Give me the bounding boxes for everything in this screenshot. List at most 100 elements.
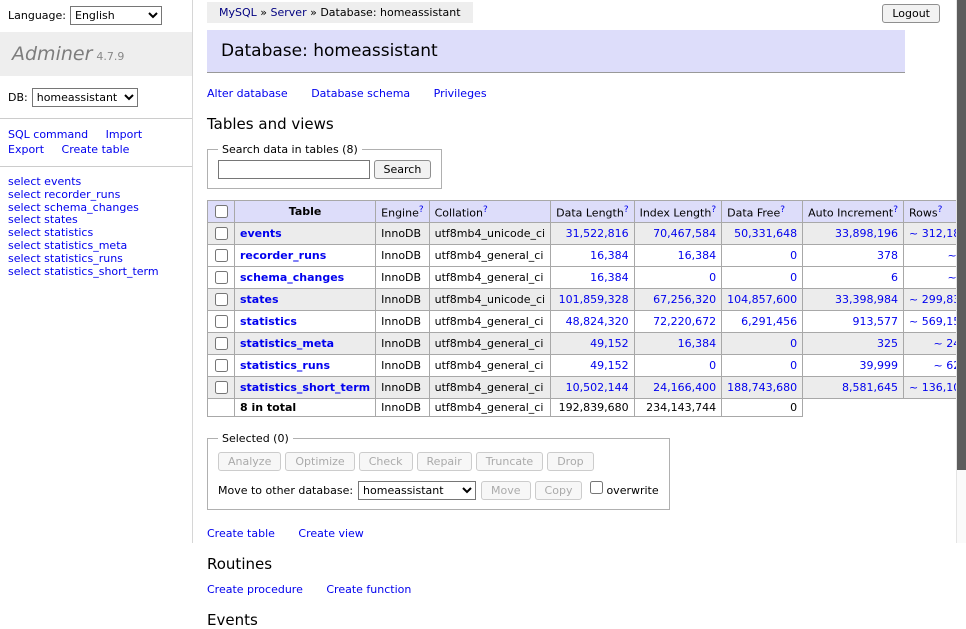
breadcrumb-server-link[interactable]: Server <box>271 6 307 19</box>
create-table-link[interactable]: Create table <box>207 527 275 540</box>
data-free-link[interactable]: 188,743,680 <box>727 381 797 394</box>
index-length-link[interactable]: 72,220,672 <box>653 315 716 328</box>
check-button[interactable]: Check <box>359 452 413 471</box>
data-length-link[interactable]: 10,502,144 <box>566 381 629 394</box>
row-checkbox[interactable] <box>215 227 228 240</box>
search-button[interactable]: Search <box>374 160 432 179</box>
row-checkbox[interactable] <box>215 337 228 350</box>
sidebar-action-links: SQL command Import Export Create table <box>0 119 180 166</box>
data-length-link[interactable]: 49,152 <box>590 359 629 372</box>
db-select[interactable]: homeassistant <box>32 88 138 107</box>
database-schema-link[interactable]: Database schema <box>311 87 410 100</box>
data-length-link[interactable]: 31,522,816 <box>566 227 629 240</box>
drop-button[interactable]: Drop <box>547 452 593 471</box>
sidebar-select-table-link[interactable]: select statistics_short_term <box>8 266 184 279</box>
table-structure-link[interactable]: schema_changes <box>240 271 344 284</box>
vertical-scrollbar[interactable] <box>956 0 966 543</box>
sidebar-link-sql-command[interactable]: SQL command <box>8 128 88 141</box>
index-length-link[interactable]: 16,384 <box>678 337 717 350</box>
sidebar-link-import[interactable]: Import <box>106 128 143 141</box>
auto-increment-link[interactable]: 33,398,984 <box>835 293 898 306</box>
table-structure-link[interactable]: events <box>240 227 282 240</box>
row-checkbox[interactable] <box>215 293 228 306</box>
help-icon[interactable]: ? <box>938 205 943 215</box>
sidebar-link-export[interactable]: Export <box>8 143 44 156</box>
auto-increment-link[interactable]: 6 <box>891 271 898 284</box>
help-icon[interactable]: ? <box>419 205 424 215</box>
language-select[interactable]: English <box>70 6 162 25</box>
sidebar-select-table-link[interactable]: select events <box>8 176 184 189</box>
index-length-link[interactable]: 0 <box>709 271 716 284</box>
data-length-cell: 16,384 <box>551 267 634 289</box>
index-length-link[interactable]: 0 <box>709 359 716 372</box>
data-free-link[interactable]: 0 <box>790 271 797 284</box>
row-checkbox[interactable] <box>215 381 228 394</box>
scrollbar-thumb[interactable] <box>957 0 966 470</box>
sidebar-select-table-link[interactable]: select statistics_runs <box>8 253 184 266</box>
data-free-link[interactable]: 0 <box>790 359 797 372</box>
table-structure-link[interactable]: statistics_short_term <box>240 381 370 394</box>
help-icon[interactable]: ? <box>624 205 629 215</box>
table-structure-link[interactable]: statistics_runs <box>240 359 330 372</box>
create-view-link[interactable]: Create view <box>298 527 363 540</box>
data-length-link[interactable]: 16,384 <box>590 249 629 262</box>
help-icon[interactable]: ? <box>780 205 785 215</box>
data-length-link[interactable]: 49,152 <box>590 337 629 350</box>
table-name-cell: recorder_runs <box>235 245 376 267</box>
engine-cell: InnoDB <box>376 355 429 377</box>
table-structure-link[interactable]: statistics <box>240 315 297 328</box>
logout-button[interactable]: Logout <box>882 4 940 23</box>
privileges-link[interactable]: Privileges <box>434 87 487 100</box>
column-header-auto-increment: Auto Increment? <box>803 201 904 223</box>
optimize-button[interactable]: Optimize <box>285 452 354 471</box>
help-icon[interactable]: ? <box>711 205 716 215</box>
repair-button[interactable]: Repair <box>417 452 472 471</box>
analyze-button[interactable]: Analyze <box>218 452 281 471</box>
data-free-link[interactable]: 0 <box>790 337 797 350</box>
auto-increment-link[interactable]: 8,581,645 <box>842 381 898 394</box>
breadcrumb-mysql-link[interactable]: MySQL <box>219 6 257 19</box>
data-length-link[interactable]: 48,824,320 <box>566 315 629 328</box>
data-free-link[interactable]: 50,331,648 <box>734 227 797 240</box>
row-checkbox[interactable] <box>215 271 228 284</box>
sidebar-select-table-link[interactable]: select recorder_runs <box>8 189 184 202</box>
sidebar-select-table-link[interactable]: select statistics_meta <box>8 240 184 253</box>
select-all-checkbox[interactable] <box>215 205 228 218</box>
index-length-link[interactable]: 70,467,584 <box>653 227 716 240</box>
table-structure-link[interactable]: statistics_meta <box>240 337 334 350</box>
main-content: MySQL » Server » Database: homeassistant… <box>193 0 956 543</box>
copy-button[interactable]: Copy <box>535 481 583 500</box>
truncate-button[interactable]: Truncate <box>476 452 543 471</box>
help-icon[interactable]: ? <box>483 205 488 215</box>
table-structure-link[interactable]: recorder_runs <box>240 249 326 262</box>
data-free-link[interactable]: 104,857,600 <box>727 293 797 306</box>
row-checkbox[interactable] <box>215 315 228 328</box>
table-structure-link[interactable]: states <box>240 293 279 306</box>
search-input[interactable] <box>218 160 370 179</box>
auto-increment-link[interactable]: 913,577 <box>853 315 899 328</box>
index-length-link[interactable]: 24,166,400 <box>653 381 716 394</box>
move-button[interactable]: Move <box>481 481 531 500</box>
auto-increment-link[interactable]: 33,898,196 <box>835 227 898 240</box>
move-database-select[interactable]: homeassistant <box>358 481 476 500</box>
data-length-link[interactable]: 101,859,328 <box>559 293 629 306</box>
index-length-link[interactable]: 67,256,320 <box>653 293 716 306</box>
data-length-link[interactable]: 16,384 <box>590 271 629 284</box>
overwrite-checkbox[interactable] <box>590 481 603 494</box>
index-length-link[interactable]: 16,384 <box>678 249 717 262</box>
total-label-cell: 8 in total <box>235 399 376 417</box>
auto-increment-link[interactable]: 325 <box>877 337 898 350</box>
alter-database-link[interactable]: Alter database <box>207 87 288 100</box>
collation-cell: utf8mb4_general_ci <box>429 311 550 333</box>
data-free-link[interactable]: 6,291,456 <box>741 315 797 328</box>
auto-increment-link[interactable]: 39,999 <box>860 359 899 372</box>
sidebar-link-create-table[interactable]: Create table <box>62 143 130 156</box>
row-checkbox[interactable] <box>215 249 228 262</box>
data-free-link[interactable]: 0 <box>790 249 797 262</box>
auto-increment-link[interactable]: 378 <box>877 249 898 262</box>
row-checkbox[interactable] <box>215 359 228 372</box>
total-collation-cell: utf8mb4_general_ci <box>429 399 550 417</box>
create-function-link[interactable]: Create function <box>326 583 411 596</box>
help-icon[interactable]: ? <box>893 205 898 215</box>
create-procedure-link[interactable]: Create procedure <box>207 583 303 596</box>
